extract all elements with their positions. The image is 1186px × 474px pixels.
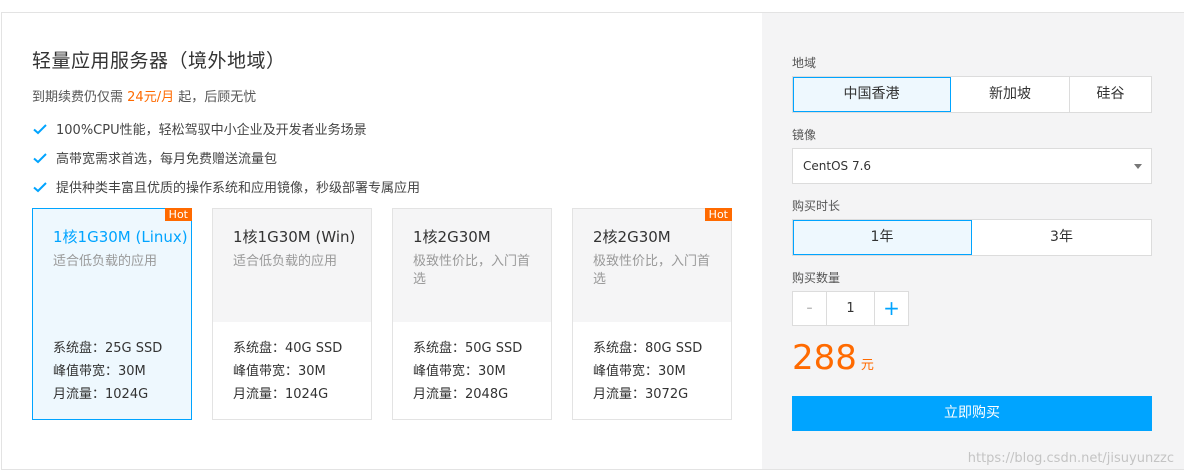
plan-card-2c2g[interactable]: Hot 2核2G30M 极致性价比，入门首选 系统盘：80G SSD 峰值带宽：…: [572, 208, 732, 420]
plan-desc: 极致性价比，入门首选: [593, 254, 711, 287]
feature-text: 高带宽需求首选，每月免费赠送流量包: [56, 152, 278, 167]
caret-down-icon: [1134, 164, 1142, 169]
region-option-siliconvalley[interactable]: 硅谷: [1070, 77, 1151, 112]
duration-option-3y[interactable]: 3年: [972, 220, 1151, 255]
feature-text: 100%CPU性能，轻松驾驭中小企业及开发者业务场景: [56, 123, 367, 138]
plan-desc: 适合低负载的应用: [53, 254, 158, 269]
renewal-price: 24元/月: [127, 90, 175, 105]
total-price: 288 元: [792, 338, 874, 378]
renewal-note: 到期续费仍仅需 24元/月 起，后顾无忧: [32, 86, 256, 105]
plan-traffic: 月流量：1024G: [233, 387, 329, 402]
renewal-suffix: 起，后顾无忧: [178, 90, 257, 105]
product-panel: 轻量应用服务器（境外地域） 到期续费仍仅需 24元/月 起，后顾无忧 100%C…: [1, 12, 1184, 470]
region-option-hongkong[interactable]: 中国香港: [793, 77, 951, 112]
plan-list: Hot 1核1G30M (Linux) 适合低负载的应用 系统盘：25G SSD…: [32, 208, 732, 420]
watermark: https://blog.csdn.net/jisuyunzzc: [967, 451, 1174, 466]
plan-disk: 系统盘：40G SSD: [233, 341, 343, 356]
plan-desc: 适合低负载的应用: [233, 254, 338, 269]
duration-selector: 1年 3年: [792, 219, 1152, 256]
feature-item: 提供种类丰富且优质的操作系统和应用镜像，秒级部署专属应用: [32, 177, 420, 196]
plan-disk: 系统盘：25G SSD: [53, 341, 163, 356]
plan-bandwidth: 峰值带宽：30M: [53, 364, 146, 379]
renewal-prefix: 到期续费仍仅需: [32, 90, 124, 105]
plan-name: 2核2G30M: [593, 228, 671, 246]
plan-bandwidth: 峰值带宽：30M: [413, 364, 506, 379]
plan-card-1c2g[interactable]: 1核2G30M 极致性价比，入门首选 系统盘：50G SSD 峰值带宽：30M …: [392, 208, 552, 420]
plan-bandwidth: 峰值带宽：30M: [593, 364, 686, 379]
plan-card-win-1c1g[interactable]: 1核1G30M (Win) 适合低负载的应用 系统盘：40G SSD 峰值带宽：…: [212, 208, 372, 420]
region-label: 地域: [792, 56, 817, 70]
order-panel: 地域 中国香港 新加坡 硅谷 镜像 CentOS 7.6 购买时长 1年 3年 …: [762, 13, 1184, 469]
check-icon: [33, 152, 47, 163]
hot-badge: Hot: [164, 208, 192, 221]
product-info: 轻量应用服务器（境外地域） 到期续费仍仅需 24元/月 起，后顾无忧 100%C…: [2, 13, 762, 469]
check-icon: [33, 123, 47, 134]
plan-disk: 系统盘：50G SSD: [413, 341, 523, 356]
region-option-singapore[interactable]: 新加坡: [951, 77, 1070, 112]
quantity-input[interactable]: [827, 292, 874, 325]
plan-desc: 极致性价比，入门首选: [413, 254, 531, 287]
plan-traffic: 月流量：3072G: [593, 387, 689, 402]
quantity-stepper: - +: [792, 291, 909, 326]
image-label: 镜像: [792, 128, 817, 142]
check-icon: [33, 181, 47, 192]
feature-item: 100%CPU性能，轻松驾驭中小企业及开发者业务场景: [32, 119, 367, 138]
price-unit: 元: [860, 358, 874, 373]
plan-disk: 系统盘：80G SSD: [593, 341, 703, 356]
duration-option-1y[interactable]: 1年: [793, 220, 972, 255]
buy-now-button[interactable]: 立即购买: [792, 396, 1152, 431]
hot-badge: Hot: [704, 208, 732, 221]
feature-item: 高带宽需求首选，每月免费赠送流量包: [32, 148, 277, 167]
plan-name: 1核2G30M: [413, 228, 491, 246]
plan-name: 1核1G30M (Win): [233, 228, 356, 246]
product-title: 轻量应用服务器（境外地域）: [32, 50, 286, 72]
plan-traffic: 月流量：2048G: [413, 387, 509, 402]
image-select[interactable]: CentOS 7.6: [792, 148, 1152, 184]
plan-card-linux-1c1g[interactable]: Hot 1核1G30M (Linux) 适合低负载的应用 系统盘：25G SSD…: [32, 208, 192, 420]
plan-name: 1核1G30M (Linux): [53, 228, 188, 246]
feature-text: 提供种类丰富且优质的操作系统和应用镜像，秒级部署专属应用: [56, 181, 421, 196]
image-select-value: CentOS 7.6: [803, 159, 872, 173]
quantity-label: 购买数量: [792, 271, 841, 285]
duration-label: 购买时长: [792, 199, 841, 213]
region-selector: 中国香港 新加坡 硅谷: [792, 76, 1152, 113]
quantity-decrease-button[interactable]: -: [793, 292, 827, 325]
quantity-increase-button[interactable]: +: [874, 292, 908, 325]
price-value: 288: [792, 338, 857, 378]
plan-bandwidth: 峰值带宽：30M: [233, 364, 326, 379]
plan-traffic: 月流量：1024G: [53, 387, 149, 402]
